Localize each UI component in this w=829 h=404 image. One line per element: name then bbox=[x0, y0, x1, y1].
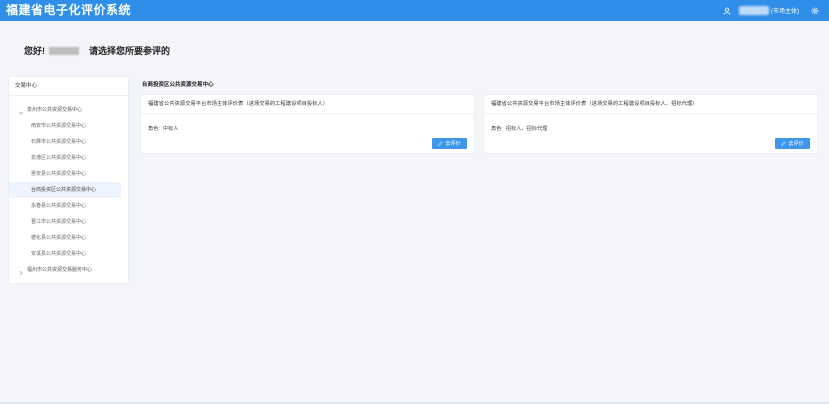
role-value: 中标人 bbox=[162, 126, 179, 132]
tree-item-quangang[interactable]: 泉港区公共资源交易中心 bbox=[9, 150, 121, 166]
user-name-redacted bbox=[739, 6, 769, 15]
tree-group-label: 泉州市公共资源交易中心 bbox=[27, 107, 83, 113]
card-role: 角色: 招标人、招标代理 bbox=[491, 126, 547, 133]
trading-center-tree: 泉州市公共资源交易中心 南安市公共资源交易中心 石狮市公共资源交易中心 泉港区公… bbox=[9, 96, 128, 278]
user-role: (市场主体) bbox=[771, 9, 799, 15]
section-title: 台商投资区公共资源交易中心 bbox=[142, 82, 214, 88]
greeting-hello: 您好! bbox=[24, 46, 45, 56]
top-navigation-bar: 福建省电子化评价系统 (市场主体) bbox=[0, 0, 829, 21]
tree-item-dehua[interactable]: 德化县公共资源交易中心 bbox=[9, 230, 121, 246]
evaluation-card: 福建省公共资源交易平台市场主体评价表（进场交易的工程建设项目投标人、招标代理） … bbox=[483, 94, 818, 154]
user-icon bbox=[723, 7, 731, 15]
user-area[interactable]: (市场主体) bbox=[723, 4, 819, 17]
sidebar-header: 交易中心 bbox=[9, 77, 128, 96]
card-title: 福建省公共资源交易平台市场主体评价表（进场交易的工程建设项目投标人） bbox=[141, 95, 474, 114]
evaluation-card: 福建省公共资源交易平台市场主体评价表（进场交易的工程建设项目投标人） 角色: 中… bbox=[140, 94, 475, 154]
app-title: 福建省电子化评价系统 bbox=[6, 3, 132, 17]
trading-center-sidebar: 交易中心 泉州市公共资源交易中心 南安市公共资源交易中心 石狮市公共资源交易中心… bbox=[8, 76, 129, 284]
greeting: 您好! 请选择您所要参评的 bbox=[24, 45, 170, 57]
chevron-down-icon bbox=[18, 107, 24, 115]
evaluate-button[interactable]: 去评价 bbox=[432, 138, 467, 149]
tree-item-anxi[interactable]: 安溪县公共资源交易中心 bbox=[9, 246, 121, 262]
card-role: 角色: 中标人 bbox=[148, 126, 178, 133]
tree-item-huian[interactable]: 惠安县公共资源交易中心 bbox=[9, 166, 121, 182]
tree-item-jinjiang[interactable]: 晋江市公共资源交易中心 bbox=[9, 214, 121, 230]
tree-item-yongchun[interactable]: 永春县公共资源交易中心 bbox=[9, 198, 121, 214]
role-label: 角色: bbox=[491, 126, 503, 132]
tree-item-taishang[interactable]: 台商投资区公共资源交易中心 bbox=[9, 182, 121, 198]
tree-group-quanzhou[interactable]: 泉州市公共资源交易中心 bbox=[9, 102, 128, 118]
chevron-right-icon bbox=[18, 267, 24, 276]
settings-icon[interactable] bbox=[811, 7, 819, 15]
edit-icon bbox=[781, 141, 787, 146]
tree-item-shishi[interactable]: 石狮市公共资源交易中心 bbox=[9, 134, 121, 150]
evaluate-button-label: 去评价 bbox=[445, 141, 461, 147]
role-label: 角色: bbox=[148, 126, 160, 132]
greeting-prompt: 请选择您所要参评的 bbox=[89, 46, 171, 56]
role-value: 招标人、招标代理 bbox=[505, 126, 548, 132]
tree-group-label: 福州市公共资源交易服务中心 bbox=[27, 267, 93, 273]
evaluate-button-label: 去评价 bbox=[788, 141, 804, 147]
greeting-name-redacted bbox=[49, 47, 79, 55]
tree-group-fuzhou[interactable]: 福州市公共资源交易服务中心 bbox=[9, 262, 128, 278]
card-title: 福建省公共资源交易平台市场主体评价表（进场交易的工程建设项目投标人、招标代理） bbox=[484, 95, 817, 114]
tree-item-nanan[interactable]: 南安市公共资源交易中心 bbox=[9, 118, 121, 134]
evaluate-button[interactable]: 去评价 bbox=[775, 138, 810, 149]
edit-icon bbox=[438, 141, 444, 146]
